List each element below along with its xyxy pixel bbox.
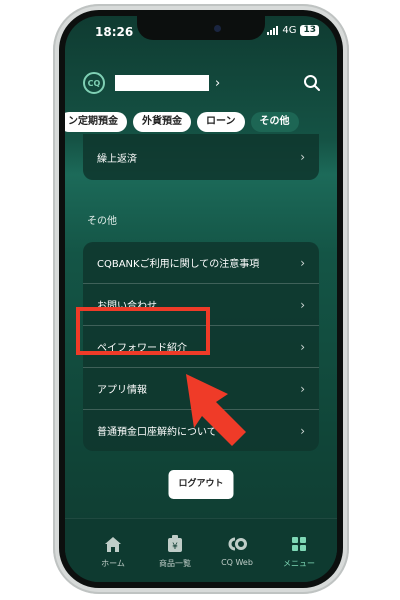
account-name-redacted[interactable] — [115, 75, 209, 91]
tab-products[interactable]: ¥ 商品一覧 — [145, 535, 205, 569]
phone-bezel: 18:26 4G 13 CQ › ン定期預金 外貨預金 ローン その他 繰上返済… — [59, 10, 343, 588]
status-time: 18:26 — [95, 25, 134, 39]
tab-label: ホーム — [101, 559, 125, 568]
menu-item-label: 繰上返済 — [97, 153, 137, 165]
menu-item-label: 普通預金口座解約について — [97, 427, 217, 438]
section-title-other: その他 — [87, 216, 117, 227]
chevron-right-icon[interactable]: › — [215, 76, 220, 91]
chip-loan[interactable]: ローン — [197, 112, 245, 132]
menu-item-prepayment[interactable]: 繰上返済 › — [83, 134, 319, 180]
tab-label: メニュー — [283, 559, 315, 568]
chevron-right-icon: › — [300, 339, 305, 354]
tab-menu[interactable]: メニュー — [269, 535, 329, 569]
cq-web-icon — [207, 535, 267, 553]
chevron-right-icon: › — [300, 255, 305, 270]
chevron-right-icon: › — [300, 381, 305, 396]
tab-label: 商品一覧 — [159, 559, 191, 568]
svg-text:¥: ¥ — [172, 542, 178, 552]
category-chips: ン定期預金 外貨預金 ローン その他 — [65, 112, 299, 132]
chip-other[interactable]: その他 — [250, 112, 299, 132]
menu-grid-icon — [269, 535, 329, 553]
cq-logo: CQ — [83, 72, 105, 94]
logout-button[interactable]: ログアウト — [168, 470, 234, 499]
tab-home[interactable]: ホーム — [83, 535, 143, 569]
chevron-right-icon: › — [300, 423, 305, 438]
tab-label: CQ Web — [221, 558, 253, 567]
products-icon: ¥ — [145, 535, 205, 553]
app-screen: 18:26 4G 13 CQ › ン定期預金 外貨預金 ローン その他 繰上返済… — [65, 16, 337, 582]
home-icon — [83, 535, 143, 553]
menu-item-notice[interactable]: CQBANKご利用に関しての注意事項 › — [83, 242, 319, 284]
battery-indicator: 13 — [300, 25, 319, 36]
status-indicators: 4G 13 — [267, 25, 319, 36]
camera-dot — [214, 25, 221, 32]
chevron-right-icon: › — [300, 150, 305, 164]
menu-item-app-info[interactable]: アプリ情報 › — [83, 368, 319, 410]
menu-item-label: アプリ情報 — [97, 385, 147, 396]
search-icon[interactable] — [303, 74, 321, 92]
chevron-right-icon: › — [300, 297, 305, 312]
network-label: 4G — [282, 25, 297, 36]
loan-menu-card: 繰上返済 › — [83, 134, 319, 180]
phone-frame: 18:26 4G 13 CQ › ン定期預金 外貨預金 ローン その他 繰上返済… — [53, 4, 349, 594]
signal-icon — [267, 26, 279, 35]
menu-item-account-closure[interactable]: 普通預金口座解約について › — [83, 410, 319, 451]
menu-item-label: CQBANKご利用に関しての注意事項 — [97, 259, 260, 270]
app-header: CQ › — [83, 70, 321, 96]
chip-foreign-deposit[interactable]: 外貨預金 — [133, 112, 191, 132]
annotation-highlight-box — [76, 307, 210, 355]
notch — [137, 16, 265, 40]
bottom-tab-bar: ホーム ¥ 商品一覧 CQ Web メニュー — [65, 518, 337, 582]
tab-cq-web[interactable]: CQ Web — [207, 535, 267, 567]
chip-time-deposit[interactable]: ン定期預金 — [65, 112, 127, 132]
